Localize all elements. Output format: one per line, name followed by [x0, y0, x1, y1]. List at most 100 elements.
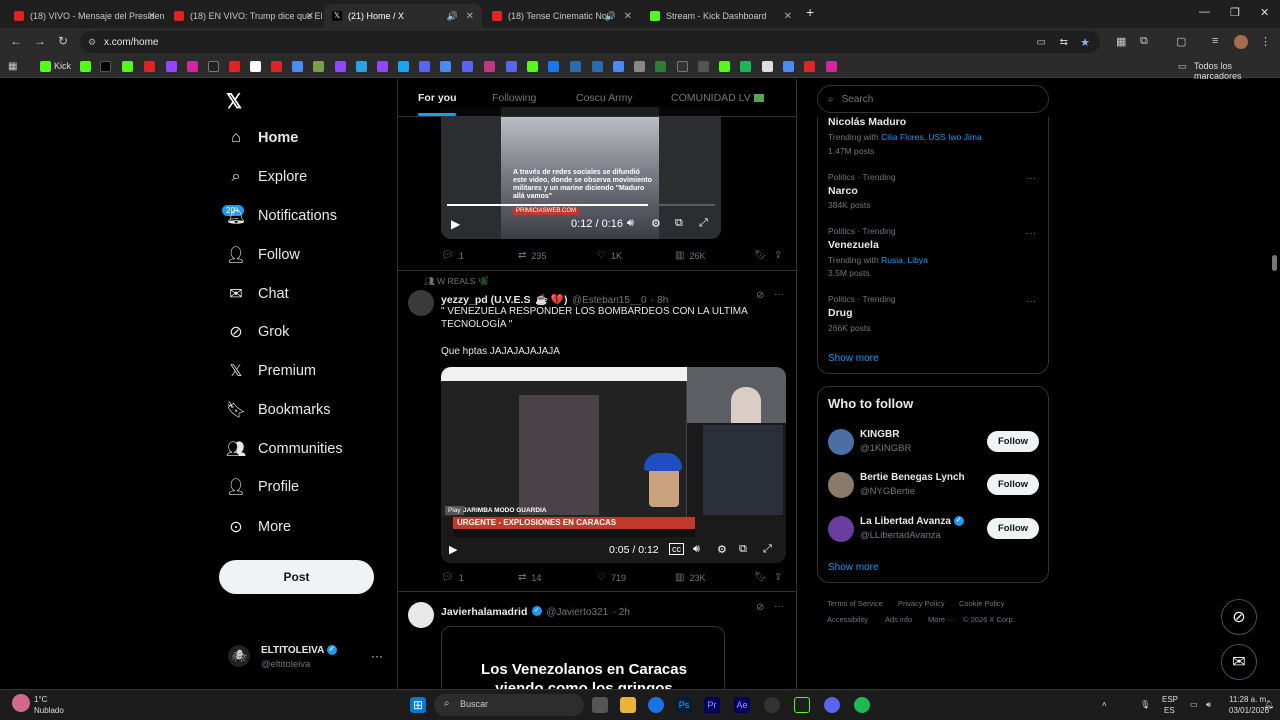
pip-icon[interactable]: ⧉ [675, 217, 683, 230]
avatar[interactable] [828, 429, 854, 455]
bookmark-button[interactable]: 🔖︎ [754, 572, 772, 583]
close-icon[interactable]: ✕ [784, 11, 792, 22]
close-icon[interactable]: ✕ [306, 11, 314, 22]
nav-chat[interactable]: ✉ Chat [226, 282, 288, 306]
bookmark-icon[interactable] [527, 61, 538, 72]
bookmark-icon[interactable] [613, 61, 624, 72]
clock-time[interactable]: 11:28 a. m. [1229, 695, 1268, 704]
minimize-button[interactable]: — [1199, 6, 1210, 18]
close-icon[interactable]: ✕ [466, 11, 474, 22]
repost-button[interactable]: ⇄ 14 [518, 572, 541, 583]
chrome-icon[interactable] [648, 697, 664, 713]
video-progress[interactable] [447, 204, 715, 206]
start-icon[interactable]: ⊞ [410, 697, 426, 713]
reply-button[interactable]: 💬︎ 1 [441, 572, 464, 583]
after-effects-icon[interactable]: Ae [734, 697, 750, 713]
tab-coscu-army[interactable]: Coscu Army [576, 92, 633, 104]
kick-icon[interactable] [40, 61, 51, 72]
media-icon[interactable]: ≡ [1212, 35, 1218, 47]
bookmark-icon[interactable] [570, 61, 581, 72]
bookmark-icon[interactable] [229, 61, 240, 72]
tweet3-media[interactable]: Los Venezolanos en Caracas viendo como l… [441, 626, 725, 689]
tiktok-icon[interactable] [100, 61, 111, 72]
trend-title[interactable]: Venezuela [828, 239, 879, 251]
bookmark-icon[interactable] [292, 61, 303, 72]
bookmark-icon[interactable] [592, 61, 603, 72]
account-avatar[interactable]: 🕷︎ [228, 645, 250, 667]
trend-title[interactable]: Nicolás Maduro [828, 116, 906, 128]
bookmark-icon[interactable] [122, 61, 133, 72]
notification-bell-icon[interactable]: 🔔︎ [1264, 700, 1274, 709]
network-icon[interactable]: ▭ [1190, 700, 1198, 709]
cast-icon[interactable]: ▭ [1037, 37, 1046, 48]
like-button[interactable]: ♡ 719 [597, 572, 626, 583]
avatar[interactable] [408, 290, 434, 316]
nav-notifications[interactable]: 🔔︎ Notifications [226, 204, 337, 228]
bookmark-kick[interactable]: Kick [54, 61, 71, 71]
bookmark-button[interactable]: 🔖︎ [754, 250, 772, 261]
bookmark-icon[interactable] [655, 61, 666, 72]
reply-button[interactable]: 💬︎ 1 [441, 250, 464, 261]
tab-comunidad-lv[interactable]: COMUNIDAD LV [671, 92, 764, 104]
address-bar[interactable]: ⚙ x.com/home ★ ⇆ ▭ [80, 31, 1100, 53]
bookmark-icon[interactable] [484, 61, 495, 72]
fullscreen-icon[interactable]: ⤢ [699, 217, 708, 230]
close-icon[interactable]: ✕ [624, 11, 632, 22]
youtube-icon[interactable] [144, 61, 155, 72]
bookmark-icon[interactable] [677, 61, 688, 72]
weather-icon[interactable] [12, 694, 30, 712]
tab-following[interactable]: Following [492, 92, 536, 104]
share-button[interactable]: ⇪ [774, 250, 787, 261]
profile-avatar[interactable] [1234, 35, 1248, 49]
search-input[interactable]: ⌕ Search [817, 85, 1049, 113]
apps-icon[interactable]: ▦ [8, 61, 17, 72]
close-icon[interactable]: ✕ [148, 11, 156, 22]
x-logo-icon[interactable]: 𝕏 [226, 89, 242, 114]
translate-icon[interactable]: ⇆ [1060, 37, 1068, 48]
bookmark-icon[interactable] [634, 61, 645, 72]
bookmark-icon[interactable] [506, 61, 517, 72]
bookmark-icon[interactable] [80, 61, 91, 72]
puzzle-icon[interactable]: ⧉ [1140, 35, 1148, 48]
avatar[interactable] [408, 602, 434, 628]
more-icon[interactable]: ··· [1026, 228, 1036, 239]
bookmark-icon[interactable] [356, 61, 367, 72]
bookmark-icon[interactable] [377, 61, 388, 72]
trend-title[interactable]: Narco [828, 185, 858, 197]
footer-terms[interactable]: Terms of Service [827, 599, 883, 608]
google-icon[interactable] [762, 61, 773, 72]
play-icon[interactable]: ▶ [449, 543, 457, 556]
tweet1-video[interactable]: A través de redes sociales se difundió e… [441, 107, 721, 239]
footer-accessibility[interactable]: Accessibility [827, 615, 868, 624]
more-icon[interactable]: ··· [1026, 173, 1036, 184]
fullscreen-icon[interactable]: ⤢ [763, 543, 772, 556]
views-button[interactable]: ▥ 26K [675, 250, 705, 261]
trends-show-more[interactable]: Show more [828, 353, 879, 364]
volume-icon[interactable]: 🔊︎ [627, 217, 634, 230]
trend-related-links[interactable]: Cilia Flores, USS Iwo Jima [881, 132, 982, 142]
volume-icon[interactable]: 🔊︎ [693, 543, 700, 556]
browser-tab-active[interactable]: 𝕏 (21) Home / X 🔊 ✕ [324, 4, 482, 28]
bookmark-icon[interactable] [313, 61, 324, 72]
bookmark-icon[interactable] [783, 61, 794, 72]
nav-home[interactable]: ⌂ Home [226, 126, 298, 150]
chevron-up-icon[interactable]: ˄ [1102, 700, 1107, 709]
footer-more[interactable]: More ··· [928, 615, 955, 624]
browser-tab-1[interactable]: (18) VIVO - Mensaje del Presidente ✕ [6, 4, 164, 28]
reload-icon[interactable]: ↻ [58, 34, 68, 48]
avatar[interactable] [828, 516, 854, 542]
volume-icon[interactable]: 🔊︎ [1206, 700, 1211, 710]
nav-explore[interactable]: ⌕ Explore [226, 165, 308, 189]
site-info-icon[interactable]: ⚙ [88, 37, 96, 48]
grok-fab[interactable]: ⊘ [1221, 599, 1257, 635]
mic-icon[interactable]: 🎙︎ [1140, 700, 1150, 709]
tweet-author-name[interactable]: Javierhalamadrid [441, 606, 527, 618]
browser-tab-5[interactable]: Stream - Kick Dashboard ✕ [642, 4, 800, 28]
scrollbar-thumb[interactable] [1272, 255, 1277, 271]
discord-icon[interactable] [824, 697, 840, 713]
browser-tab-4[interactable]: (18) Tense Cinematic NoCopyright 🔊 ✕ [484, 4, 640, 28]
bookmark-icon[interactable] [462, 61, 473, 72]
bookmark-icon[interactable] [719, 61, 730, 72]
trend-related-links[interactable]: Rusia, Libya [881, 255, 928, 265]
views-button[interactable]: ▥ 23K [675, 572, 705, 583]
